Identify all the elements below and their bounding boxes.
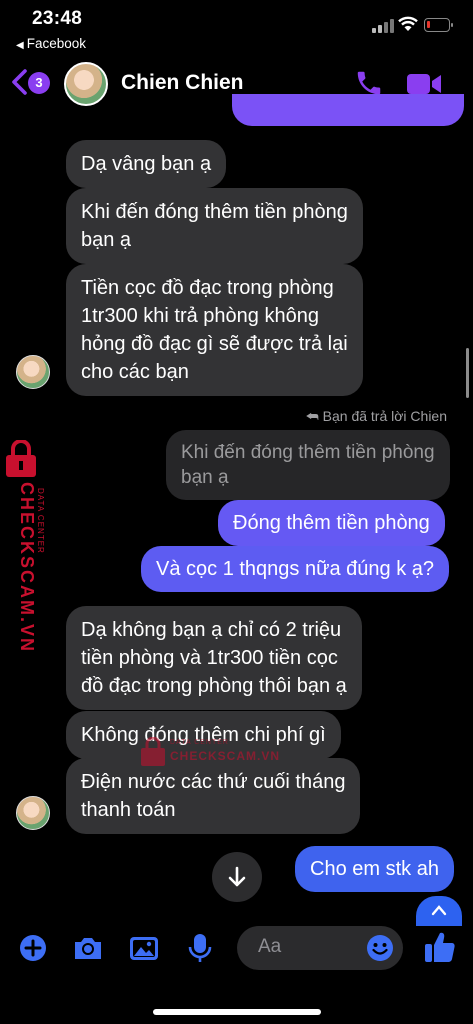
camera-icon[interactable] (72, 932, 104, 964)
watermark-center: DATA CENTER CHECKSCAM.VN (140, 735, 300, 775)
padlock-icon (141, 737, 165, 766)
message-text: Và cọc 1 thqngs nữa đúng k ạ? (156, 558, 435, 580)
outgoing-message-partial[interactable] (416, 896, 462, 926)
scroll-to-bottom-button[interactable] (212, 852, 262, 902)
arrow-down-icon (228, 866, 246, 887)
quoted-line: bạn ạ (181, 467, 229, 488)
message-text: Cho em stk ah (310, 858, 439, 880)
watermark-center-main: CHECKSCAM.VN (170, 749, 281, 763)
outgoing-message[interactable]: Cho em stk ah (295, 846, 454, 892)
sender-avatar[interactable] (16, 796, 50, 830)
watermark-side: CHECKSCAM.VN DATA CENTER (4, 439, 52, 653)
back-button[interactable] (10, 68, 30, 96)
chevron-up-icon (431, 905, 447, 916)
back-triangle-icon: ◀ (16, 40, 24, 51)
contact-avatar[interactable] (64, 62, 108, 106)
incoming-message[interactable]: Dạ vâng bạn ạ (66, 140, 227, 188)
message-input-placeholder: Aa (258, 936, 282, 957)
microphone-icon[interactable] (184, 932, 216, 964)
chevron-left-icon (12, 69, 27, 95)
message-line: 1tr300 khi trả phòng không (81, 305, 319, 327)
message-line: cho các bạn (81, 361, 189, 383)
message-line: bạn ạ (81, 229, 132, 251)
contact-name[interactable]: Chien Chien (121, 71, 244, 95)
padlock-icon (6, 439, 36, 477)
message-text: Dạ vâng bạn ạ (81, 153, 212, 175)
incoming-message[interactable]: Dạ không bạn ạ chỉ có 2 triệu tiền phòng… (66, 606, 362, 710)
back-app-label: Facebook (26, 36, 86, 51)
message-line: Tiền cọc đồ đạc trong phòng (81, 277, 334, 299)
reply-note-text: Bạn đã trả lời Chien (322, 408, 447, 424)
reply-note: ⮪ Bạn đã trả lời Chien (306, 408, 447, 425)
message-line: thanh toán (81, 799, 176, 821)
battery-icon (424, 18, 453, 32)
message-line: Dạ không bạn ạ chỉ có 2 triệu (81, 619, 342, 641)
thumbs-up-icon[interactable] (424, 930, 456, 964)
outgoing-message[interactable]: Và cọc 1 thqngs nữa đúng k ạ? (141, 546, 450, 592)
status-time: 23:48 (32, 8, 83, 29)
image-icon[interactable] (128, 932, 160, 964)
home-indicator (153, 1009, 321, 1015)
quoted-message[interactable]: Khi đến đóng thêm tiền phòng bạn ạ (166, 430, 450, 500)
outgoing-message[interactable]: Đóng thêm tiền phòng (218, 500, 445, 546)
watermark-center-sub: DATA CENTER (170, 739, 229, 746)
reply-arrow-icon: ⮪ (305, 408, 323, 424)
previous-message-bubble (232, 94, 464, 126)
scrollbar[interactable] (466, 348, 469, 398)
sender-avatar[interactable] (16, 355, 50, 389)
wifi-icon (398, 15, 418, 33)
message-line: đồ đạc trong phòng thôi bạn ạ (81, 675, 347, 697)
quoted-line: Khi đến đóng thêm tiền phòng (181, 442, 435, 463)
message-line: Khi đến đóng thêm tiền phòng (81, 201, 348, 223)
emoji-icon[interactable] (366, 934, 394, 962)
message-line: hỏng đồ đạc gì sẽ được trả lại (81, 333, 348, 355)
message-text: Đóng thêm tiền phòng (233, 512, 430, 534)
back-to-app-link[interactable]: ◀ Facebook (16, 36, 86, 51)
watermark-sub: DATA CENTER (36, 488, 45, 554)
cellular-signal-icon (372, 19, 394, 33)
plus-circle-icon[interactable] (18, 932, 50, 964)
watermark-main: CHECKSCAM.VN (17, 482, 37, 654)
unread-badge: 3 (28, 72, 50, 94)
incoming-message[interactable]: Khi đến đóng thêm tiền phòng bạn ạ (66, 188, 363, 264)
message-line: tiền phòng và 1tr300 tiền cọc (81, 647, 338, 669)
incoming-message[interactable]: Tiền cọc đồ đạc trong phòng 1tr300 khi t… (66, 264, 363, 396)
